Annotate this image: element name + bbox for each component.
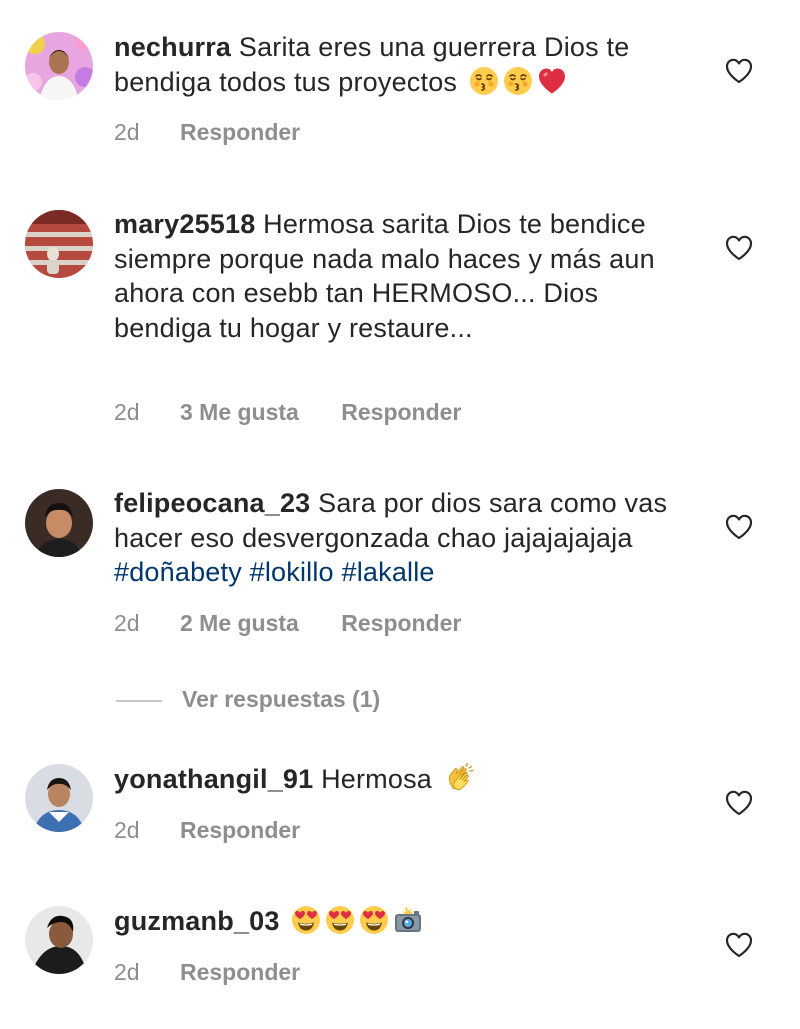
comment-text: felipeocana_23 Sara por dios sara como v… [114,486,694,590]
clapping-hands-icon [444,763,474,793]
comment-meta: 2d Responder [114,815,300,845]
avatar[interactable] [25,32,93,100]
hashtag-link[interactable]: #lakalle [341,557,434,587]
comment-time: 2d [114,119,140,145]
like-heart-icon[interactable] [724,788,754,818]
avatar-image [25,764,93,832]
comment-time: 2d [114,399,140,425]
comment-username[interactable]: mary25518 [114,209,255,239]
comment-body: Hermosa [321,764,432,794]
reply-button[interactable]: Responder [180,117,300,147]
comment-username[interactable]: yonathangil_91 [114,764,313,794]
comment-likes[interactable]: 2 Me gusta [180,608,299,638]
comment-text: guzmanb_03 [114,904,694,939]
comment-text: yonathangil_91 Hermosa [114,762,694,797]
view-replies-divider [116,700,162,702]
red-heart-icon [537,66,567,96]
comment-meta: 2d 2 Me gusta Responder [114,608,461,638]
comment-text: nechurra Sarita eres una guerrera Dios t… [114,30,694,99]
comment-username[interactable]: guzmanb_03 [114,906,280,936]
comment-likes[interactable]: 3 Me gusta [180,397,299,427]
camera-flash-icon [393,905,423,935]
reply-button[interactable]: Responder [180,815,300,845]
comment-username[interactable]: nechurra [114,32,231,62]
avatar[interactable] [25,210,93,278]
heart-eyes-face-icon [325,905,355,935]
avatar-image [25,210,93,278]
hashtag-link[interactable]: #lokillo [250,557,334,587]
like-heart-icon[interactable] [724,512,754,542]
reply-button[interactable]: Responder [341,397,461,427]
hashtag-link[interactable]: #doñabety [114,557,242,587]
heart-eyes-face-icon [291,905,321,935]
like-heart-icon[interactable] [724,233,754,263]
like-heart-icon[interactable] [724,56,754,86]
avatar-image [25,32,93,100]
avatar[interactable] [25,906,93,974]
avatar-image [25,489,93,557]
kissing-face-icon [502,65,533,96]
heart-eyes-face-icon [359,905,389,935]
comment-time: 2d [114,610,140,636]
comment-text: mary25518 Hermosa sarita Dios te bendice… [114,207,694,345]
avatar-image [25,906,93,974]
comment-username[interactable]: felipeocana_23 [114,488,310,518]
comment-meta: 2d Responder [114,117,300,147]
kissing-face-icon [468,65,499,96]
view-replies-label: Ver respuestas (1) [182,686,381,712]
comment-meta: 2d Responder [114,957,300,987]
reply-button[interactable]: Responder [180,957,300,987]
comment-time: 2d [114,817,140,843]
comment-time: 2d [114,959,140,985]
comment-meta: 2d 3 Me gusta Responder [114,397,461,427]
view-replies-button[interactable]: Ver respuestas (1) [116,684,380,714]
like-heart-icon[interactable] [724,930,754,960]
avatar[interactable] [25,489,93,557]
reply-button[interactable]: Responder [341,608,461,638]
avatar[interactable] [25,764,93,832]
